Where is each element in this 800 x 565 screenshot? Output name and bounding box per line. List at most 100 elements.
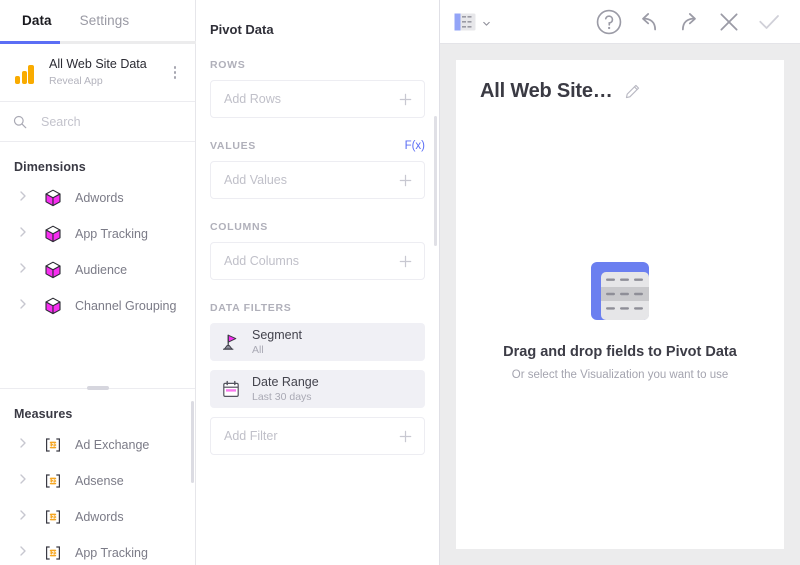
rows-label: ROWS <box>210 59 246 71</box>
pivot-data-title: Pivot Data <box>210 22 274 37</box>
add-filter-dropzone[interactable]: Add Filter <box>210 417 425 455</box>
plus-icon[interactable] <box>398 429 413 444</box>
add-rows-dropzone[interactable]: Add Rows <box>210 80 425 118</box>
cube-icon <box>43 260 63 280</box>
visualization-panel: All Web Site… Drag and drop fields to Pi… <box>440 0 800 565</box>
empty-state: Drag and drop fields to Pivot Data Or se… <box>456 91 784 549</box>
chevron-right-icon[interactable] <box>16 472 30 491</box>
date-range-filter-name: Date Range <box>252 374 319 389</box>
rows-group-label: ROWS <box>196 37 439 71</box>
calendar-icon <box>221 379 241 399</box>
measures-section: Measures 123 Ad Exchange 123 Adsense 123… <box>0 389 195 565</box>
visualization-toolbar <box>440 0 800 44</box>
visualization-type-selector[interactable] <box>454 13 492 31</box>
pivot-data-scrollbar[interactable] <box>434 116 437 246</box>
add-columns-dropzone[interactable]: Add Columns <box>210 242 425 280</box>
measure-label: Adsense <box>75 474 124 488</box>
svg-text:123: 123 <box>48 515 57 521</box>
google-analytics-logo <box>14 62 36 84</box>
filter-item-date-range[interactable]: Date Range Last 30 days <box>210 370 425 408</box>
date-range-filter-texts: Date Range Last 30 days <box>252 375 319 404</box>
add-values-dropzone[interactable]: Add Values <box>210 161 425 199</box>
search-row <box>0 102 195 142</box>
add-filter-placeholder: Add Filter <box>224 429 278 443</box>
chevron-right-icon[interactable] <box>16 261 30 280</box>
data-source-text: All Web Site Data Reveal App <box>49 57 147 88</box>
chevron-right-icon[interactable] <box>16 436 30 455</box>
segment-filter-value: All <box>252 343 264 356</box>
measures-heading: Measures <box>14 407 73 421</box>
dimensions-section: Dimensions Adwords App Tracking Audience… <box>0 142 195 388</box>
tab-settings[interactable]: Settings <box>66 0 144 28</box>
fx-button[interactable]: F(x) <box>405 140 425 152</box>
chevron-right-icon[interactable] <box>16 297 30 316</box>
measure-item[interactable]: 123 Ad Exchange <box>0 427 195 463</box>
measure-item[interactable]: 123 Adwords <box>0 499 195 535</box>
cube-icon <box>43 224 63 244</box>
kebab-menu-icon[interactable] <box>167 65 183 81</box>
numeric-123-icon: 123 <box>43 507 63 527</box>
dimension-item[interactable]: Adwords <box>0 180 195 216</box>
empty-state-headline: Drag and drop fields to Pivot Data <box>503 343 737 360</box>
date-range-filter-value: Last 30 days <box>252 390 312 403</box>
pivot-table-placeholder-icon <box>589 260 651 322</box>
cube-icon <box>43 296 63 316</box>
numeric-123-icon: 123 <box>43 471 63 491</box>
undo-arrow-icon[interactable] <box>634 7 664 37</box>
values-label: VALUES <box>210 140 257 152</box>
columns-label: COLUMNS <box>210 221 268 233</box>
pivot-data-panel: Pivot Data ROWS Add Rows VALUES F(x) Add… <box>196 0 440 565</box>
tab-data[interactable]: Data <box>8 0 66 28</box>
help-circle-icon[interactable] <box>594 7 624 37</box>
close-x-icon[interactable] <box>714 7 744 37</box>
data-source-title: All Web Site Data <box>49 57 147 72</box>
chevron-right-icon[interactable] <box>16 544 30 563</box>
measure-item[interactable]: 123 App Tracking <box>0 535 195 565</box>
chevron-down-icon[interactable] <box>481 16 492 27</box>
dimension-label: Adwords <box>75 191 124 205</box>
empty-state-subtext: Or select the Visualization you want to … <box>511 368 729 381</box>
plus-icon[interactable] <box>398 254 413 269</box>
pivot-table-icon <box>454 13 476 31</box>
check-icon[interactable] <box>754 7 784 37</box>
redo-arrow-icon[interactable] <box>674 7 704 37</box>
search-input[interactable] <box>41 114 181 129</box>
plus-icon[interactable] <box>398 92 413 107</box>
values-group-label: VALUES F(x) <box>196 118 439 152</box>
measure-label: App Tracking <box>75 546 148 560</box>
dimension-item[interactable]: Audience <box>0 252 195 288</box>
dimension-label: Audience <box>75 263 128 277</box>
numeric-123-icon: 123 <box>43 543 63 563</box>
add-values-placeholder: Add Values <box>224 173 288 187</box>
measure-label: Adwords <box>75 510 124 524</box>
chevron-right-icon[interactable] <box>16 189 30 208</box>
dimensions-heading: Dimensions <box>14 160 86 174</box>
add-rows-placeholder: Add Rows <box>224 92 281 106</box>
dimension-item[interactable]: Channel Grouping <box>0 288 195 324</box>
svg-text:123: 123 <box>48 443 57 449</box>
segment-filter-texts: Segment All <box>252 328 302 357</box>
dimension-label: Channel Grouping <box>75 299 177 313</box>
svg-text:123: 123 <box>48 551 57 557</box>
filter-item-segment[interactable]: Segment All <box>210 323 425 361</box>
data-filters-label-row: DATA FILTERS <box>196 280 439 314</box>
chevron-right-icon[interactable] <box>16 225 30 244</box>
add-columns-placeholder: Add Columns <box>224 254 300 268</box>
cube-icon <box>43 188 63 208</box>
dimension-item[interactable]: App Tracking <box>0 216 195 252</box>
dimension-label: App Tracking <box>75 227 148 241</box>
plus-icon[interactable] <box>398 173 413 188</box>
numeric-123-icon: 123 <box>43 435 63 455</box>
visualization-canvas: All Web Site… Drag and drop fields to Pi… <box>440 44 800 565</box>
data-source-row[interactable]: All Web Site Data Reveal App <box>0 44 195 102</box>
measures-scrollbar[interactable] <box>191 401 194 483</box>
data-filters-label: DATA FILTERS <box>210 302 292 314</box>
segment-flag-icon <box>221 332 241 352</box>
data-sidebar: Data Settings All Web Site Data Reveal A… <box>0 0 196 565</box>
columns-group-label: COLUMNS <box>196 199 439 233</box>
chevron-right-icon[interactable] <box>16 508 30 527</box>
sidebar-tabs: Data Settings <box>0 0 196 44</box>
pivot-builder-app: Data Settings All Web Site Data Reveal A… <box>0 0 800 565</box>
visualization-card: All Web Site… Drag and drop fields to Pi… <box>456 60 784 549</box>
measure-item[interactable]: 123 Adsense <box>0 463 195 499</box>
